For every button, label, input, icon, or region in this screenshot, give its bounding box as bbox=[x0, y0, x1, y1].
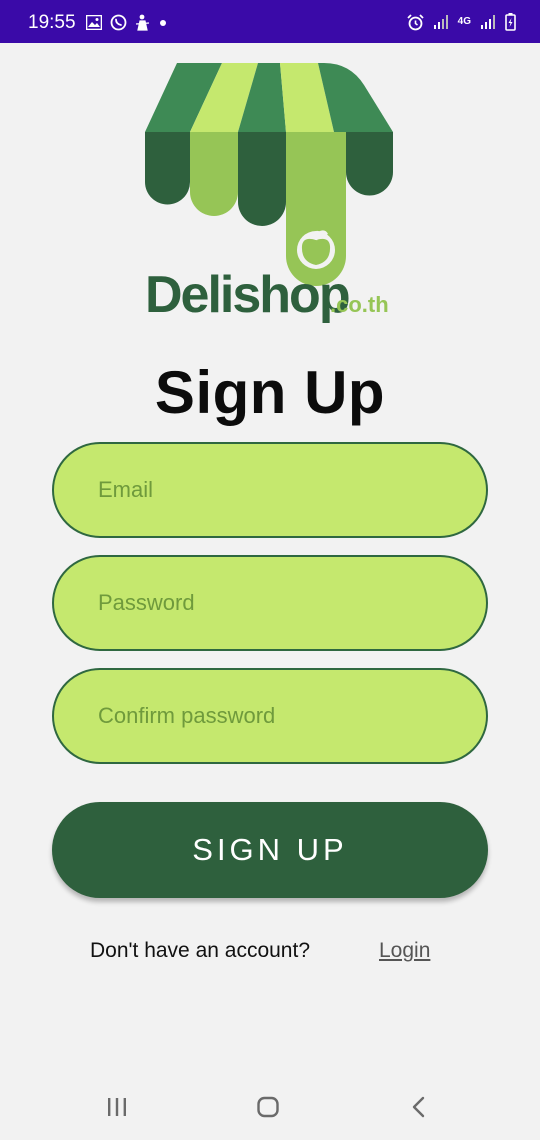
back-icon[interactable] bbox=[408, 1096, 430, 1118]
status-bar: 19:55 4G bbox=[0, 0, 540, 43]
figure-icon bbox=[135, 14, 150, 31]
status-time: 19:55 bbox=[28, 12, 76, 33]
confirm-password-field-container[interactable] bbox=[52, 668, 488, 764]
alarm-icon bbox=[407, 13, 424, 30]
signal-icon bbox=[481, 15, 495, 29]
dot-icon bbox=[160, 19, 166, 26]
email-field[interactable] bbox=[98, 477, 486, 503]
email-field-container[interactable] bbox=[52, 442, 488, 538]
login-link[interactable]: Login bbox=[379, 939, 430, 963]
password-field-container[interactable] bbox=[52, 555, 488, 651]
system-nav-bar bbox=[0, 1080, 540, 1140]
delishop-logo: Delishop .co.th bbox=[140, 60, 400, 332]
page-title: Sign Up bbox=[154, 359, 386, 426]
image-icon bbox=[86, 15, 102, 30]
account-prompt: Don't have an account? bbox=[90, 939, 310, 962]
4g-icon: 4G bbox=[457, 16, 471, 27]
home-icon[interactable] bbox=[256, 1096, 280, 1118]
logo-brand-text: Delishop bbox=[145, 266, 349, 324]
battery-icon bbox=[505, 13, 516, 31]
confirm-password-field[interactable] bbox=[98, 703, 486, 729]
signal-icon bbox=[433, 15, 448, 29]
sign-up-button[interactable]: SIGN UP bbox=[52, 802, 488, 898]
awning-logo-icon: Delishop .co.th bbox=[145, 63, 393, 324]
recent-apps-icon[interactable] bbox=[106, 1096, 128, 1118]
whatsapp-icon bbox=[110, 14, 127, 31]
logo-suffix-text: .co.th bbox=[330, 292, 389, 317]
password-field[interactable] bbox=[98, 590, 486, 616]
